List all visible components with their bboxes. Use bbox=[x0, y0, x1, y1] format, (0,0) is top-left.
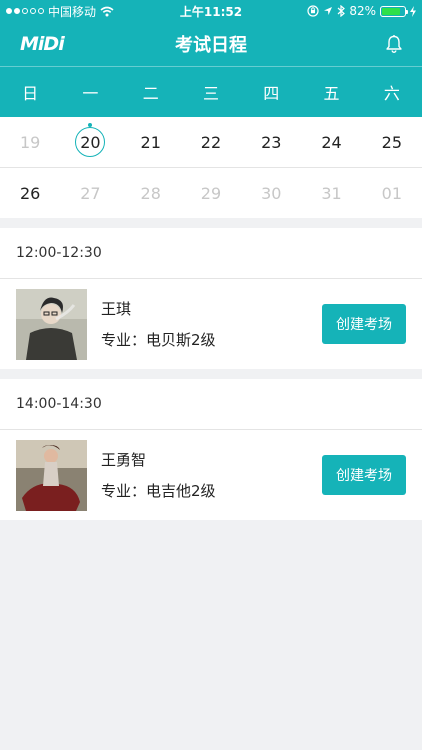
selected-day-circle: 20 bbox=[75, 127, 106, 157]
create-exam-room-button[interactable]: 创建考场 bbox=[322, 304, 406, 344]
battery-level bbox=[382, 7, 400, 15]
exam-entry: 王琪 专业：电贝斯2级 创建考场 bbox=[0, 279, 422, 369]
weekday-fri: 五 bbox=[323, 84, 340, 103]
exam-entry: 王勇智 专业：电吉他2级 创建考场 bbox=[0, 430, 422, 520]
weekday-thu: 四 bbox=[263, 84, 280, 103]
weekday-mon: 一 bbox=[82, 84, 99, 103]
weekday-header: 日 一 二 三 四 五 六 bbox=[0, 66, 422, 117]
weekday-tue: 二 bbox=[142, 84, 159, 103]
calendar-day[interactable]: 24 bbox=[301, 117, 361, 167]
calendar-week: 19 20 21 22 23 24 25 bbox=[0, 117, 422, 168]
bell-icon[interactable] bbox=[384, 34, 404, 54]
weekday-wed: 三 bbox=[202, 84, 219, 103]
calendar-day[interactable]: 26 bbox=[0, 168, 60, 218]
student-major: 专业：电贝斯2级 bbox=[101, 331, 216, 349]
calendar-day-today[interactable]: 20 bbox=[60, 117, 120, 167]
weekday-sat: 六 bbox=[383, 84, 400, 103]
student-major: 专业：电吉他2级 bbox=[101, 482, 216, 500]
calendar-day[interactable]: 22 bbox=[181, 117, 241, 167]
bluetooth-icon bbox=[337, 5, 346, 17]
orientation-lock-icon bbox=[307, 5, 319, 17]
section-divider bbox=[0, 369, 422, 379]
weekday-sun: 日 bbox=[22, 84, 39, 103]
top-bar: 中国移动 上午11:52 82% MiDi 考试日程 日 一 二 三 四 五 六 bbox=[0, 0, 422, 117]
wifi-icon bbox=[100, 6, 114, 16]
student-name: 王琪 bbox=[101, 300, 132, 318]
avatar bbox=[16, 439, 87, 511]
calendar-day[interactable]: 25 bbox=[362, 117, 422, 167]
calendar-day[interactable]: 29 bbox=[181, 168, 241, 218]
battery-percent: 82% bbox=[349, 4, 376, 18]
battery-icon bbox=[380, 5, 408, 17]
calendar-day[interactable]: 27 bbox=[60, 168, 120, 218]
calendar-grid: 19 20 21 22 23 24 25 26 27 28 29 30 31 0… bbox=[0, 117, 422, 218]
section-divider bbox=[0, 218, 422, 228]
carrier-label: 中国移动 bbox=[48, 4, 97, 19]
calendar-day[interactable]: 23 bbox=[241, 117, 301, 167]
signal-icon bbox=[6, 8, 44, 14]
calendar-day[interactable]: 19 bbox=[0, 117, 60, 167]
calendar-day[interactable]: 21 bbox=[121, 117, 181, 167]
charging-icon bbox=[410, 5, 416, 17]
calendar-week: 26 27 28 29 30 31 01 bbox=[0, 168, 422, 218]
location-icon bbox=[324, 7, 333, 15]
time-slot-label: 14:00-14:30 bbox=[0, 379, 422, 430]
calendar-day[interactable]: 30 bbox=[241, 168, 301, 218]
schedule-section: 12:00-12:30 王琪 专业：电贝斯2级 创建考场 14:00-14:30 bbox=[0, 228, 422, 520]
app-logo: MiDi bbox=[20, 33, 65, 55]
navigation-bar: MiDi 考试日程 bbox=[0, 22, 422, 66]
avatar bbox=[16, 288, 87, 360]
status-bar: 中国移动 上午11:52 82% bbox=[0, 0, 422, 22]
create-exam-room-button[interactable]: 创建考场 bbox=[322, 455, 406, 495]
calendar-day[interactable]: 28 bbox=[121, 168, 181, 218]
student-name: 王勇智 bbox=[101, 451, 147, 469]
calendar-day[interactable]: 31 bbox=[301, 168, 361, 218]
page-title: 考试日程 bbox=[175, 35, 247, 56]
time-slot-label: 12:00-12:30 bbox=[0, 228, 422, 279]
calendar-day[interactable]: 01 bbox=[362, 168, 422, 218]
